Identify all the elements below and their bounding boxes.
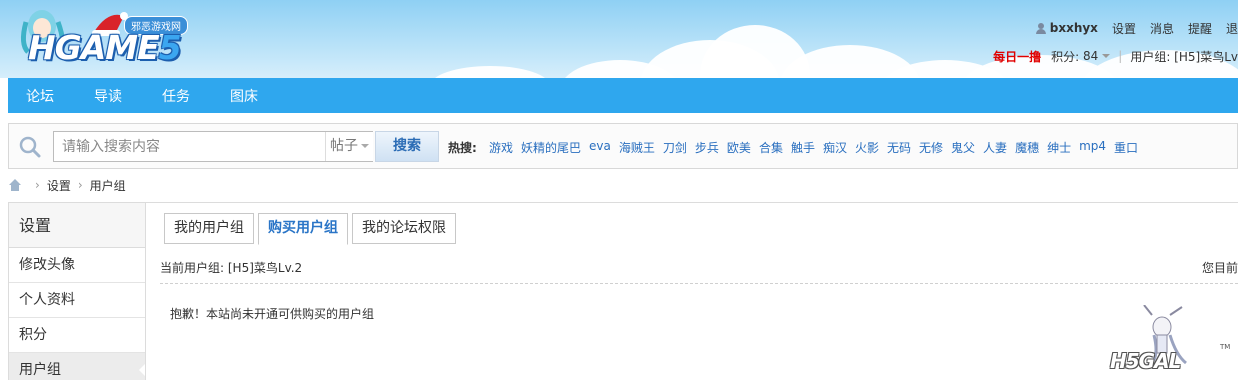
tab-buy-user-group[interactable]: 购买用户组 [258, 213, 348, 245]
messages-link[interactable]: 消息 [1150, 20, 1174, 37]
site-logo[interactable]: 邪恶游戏网 HGAME5 [14, 4, 189, 72]
search-bar: 帖子 搜索 热搜: 游戏 妖精的尾巴 eva 海贼王 刀剑 步兵 欧美 合集 触… [8, 123, 1238, 169]
daily-checkin-link[interactable]: 每日一撸 [993, 48, 1041, 65]
tab-forum-permissions[interactable]: 我的论坛权限 [352, 213, 456, 244]
mascot-logo-text: H5GAL [1110, 349, 1181, 373]
hot-search-item[interactable]: 合集 [759, 139, 783, 156]
logo-text: HGAME5 [28, 28, 182, 67]
notifications-link[interactable]: 提醒 [1188, 20, 1212, 37]
hot-search-item[interactable]: mp4 [1079, 139, 1106, 156]
content-left-border [145, 202, 146, 380]
settings-link[interactable]: 设置 [1112, 20, 1136, 37]
search-icon [19, 136, 41, 158]
tab-my-user-group[interactable]: 我的用户组 [164, 213, 254, 244]
divider [160, 283, 1238, 284]
divider: | [1118, 49, 1123, 63]
logout-link[interactable]: 退 [1226, 20, 1238, 37]
settings-sidebar: 设置 修改头像 个人资料 积分 用户组 [8, 202, 146, 380]
search-button[interactable]: 搜索 [375, 131, 439, 162]
hot-search-list: 游戏 妖精的尾巴 eva 海贼王 刀剑 步兵 欧美 合集 触手 痴汉 火影 无码… [489, 139, 1146, 156]
breadcrumb-user-group[interactable]: 用户组 [90, 177, 126, 194]
hot-search-item[interactable]: 海贼王 [619, 139, 655, 156]
username-link[interactable]: bxxhyx [1050, 21, 1098, 35]
nav-item-image-host[interactable]: 图床 [230, 86, 258, 106]
search-type-select[interactable]: 帖子 [325, 132, 373, 161]
hot-search-item[interactable]: 魔穗 [1015, 139, 1039, 156]
user-group-link[interactable]: 用户组: [H5]菜鸟Lv [1130, 48, 1238, 65]
hot-search-item[interactable]: 游戏 [489, 139, 513, 156]
content-top-border [145, 202, 1238, 203]
current-status-text: 您目前 [1201, 261, 1238, 275]
chevron-down-icon[interactable] [1102, 54, 1111, 58]
breadcrumb: › 设置 › 用户组 [8, 177, 126, 194]
breadcrumb-separator: › [77, 178, 83, 192]
breadcrumb-settings[interactable]: 设置 [47, 177, 71, 194]
hot-search-item[interactable]: 火影 [855, 139, 879, 156]
search-input[interactable] [54, 132, 324, 161]
hot-search-item[interactable]: 无修 [919, 139, 943, 156]
sidebar-title: 设置 [9, 203, 145, 248]
hot-search-item[interactable]: 无码 [887, 139, 911, 156]
user-bar: bxxhyx 设置 消息 提醒 退 [1035, 20, 1238, 37]
nav-item-tasks[interactable]: 任务 [162, 86, 190, 106]
main-nav: 论坛 导读 任务 图床 [8, 78, 1238, 113]
empty-message: 抱歉！本站尚未开通可供购买的用户组 [170, 307, 375, 321]
hot-search-item[interactable]: 妖精的尾巴 [521, 139, 581, 156]
hot-search-label: 热搜: [448, 141, 477, 155]
search-box: 帖子 [53, 131, 373, 162]
breadcrumb-separator: › [35, 178, 40, 192]
hot-search-item[interactable]: eva [589, 139, 611, 156]
hot-search-item[interactable]: 刀剑 [663, 139, 687, 156]
hot-search-item[interactable]: 重口 [1114, 139, 1138, 156]
hot-search-item[interactable]: 绅士 [1047, 139, 1071, 156]
nav-item-forum[interactable]: 论坛 [26, 86, 54, 106]
sidebar-item-avatar[interactable]: 修改头像 [9, 248, 145, 283]
hot-search-item[interactable]: 人妻 [983, 139, 1007, 156]
trademark-text: TM [1220, 343, 1231, 351]
home-icon[interactable] [8, 179, 22, 191]
status-bar: 每日一撸 积分: 84 | 用户组: [H5]菜鸟Lv [993, 48, 1238, 64]
sidebar-item-profile[interactable]: 个人资料 [9, 283, 145, 318]
user-group-tabs: 我的用户组 购买用户组 我的论坛权限 [164, 213, 460, 245]
hot-search-item[interactable]: 欧美 [727, 139, 751, 156]
user-icon [1035, 22, 1046, 34]
points-value[interactable]: 84 [1083, 49, 1098, 63]
sidebar-item-points[interactable]: 积分 [9, 318, 145, 353]
nav-item-guide[interactable]: 导读 [94, 86, 122, 106]
hot-search-item[interactable]: 痴汉 [823, 139, 847, 156]
chevron-down-icon [361, 144, 369, 148]
hot-search-item[interactable]: 鬼父 [951, 139, 975, 156]
sidebar-item-user-group[interactable]: 用户组 [9, 353, 146, 380]
hot-search-item[interactable]: 步兵 [695, 139, 719, 156]
hot-search-item[interactable]: 触手 [791, 139, 815, 156]
points-label: 积分: [1051, 49, 1080, 64]
site-header: 邪恶游戏网 HGAME5 bxxhyx 设置 消息 提醒 退 每日一撸 积分: … [0, 0, 1238, 78]
current-group-text: 当前用户组: [H5]菜鸟Lv.2 [160, 261, 303, 275]
h5gal-mascot: H5GAL TM [1110, 305, 1230, 380]
